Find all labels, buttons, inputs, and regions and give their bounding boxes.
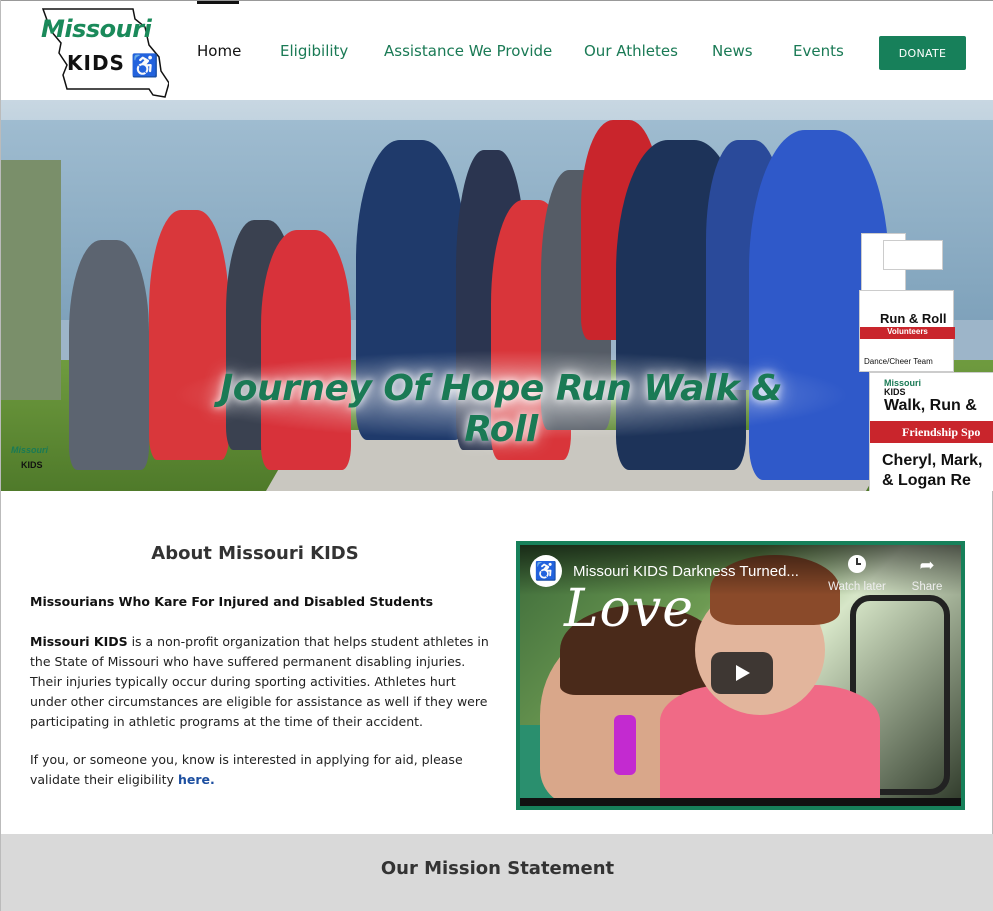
hero-fence xyxy=(1,160,61,400)
site-header: Missouri KIDS ♿ Home Eligibility Assista… xyxy=(1,0,993,100)
mission-title: Our Mission Statement xyxy=(380,858,615,879)
wheelchair-icon: ♿ xyxy=(534,560,558,581)
logo-line-missouri: Missouri xyxy=(41,15,152,43)
site-logo[interactable]: Missouri KIDS ♿ xyxy=(37,5,169,99)
share-arrow-icon: ➦ xyxy=(919,555,935,575)
clock-icon xyxy=(848,555,866,573)
hero-corner-logo: Missouri xyxy=(11,445,49,455)
thumbnail-bubble-bottle xyxy=(614,715,636,775)
event-sign-names-line1: Cheryl, Mark, xyxy=(882,452,983,469)
hero-corner-logo-kids: KIDS xyxy=(21,460,43,470)
logo-line-kids: KIDS xyxy=(67,51,125,75)
event-sign-names: Cheryl, Mark, & Logan Re xyxy=(882,451,982,491)
about-paragraph-1: Missouri KIDS is a non-profit organizati… xyxy=(30,632,490,732)
about-paragraph-2-text: If you, or someone you, know is interest… xyxy=(30,752,463,787)
nav-assistance-we-provide[interactable]: Assistance We Provide xyxy=(384,1,552,101)
nav-events[interactable]: Events xyxy=(793,1,844,101)
org-name: Missouri KIDS xyxy=(30,634,128,649)
watch-later-label: Watch later xyxy=(828,581,886,593)
nav-eligibility[interactable]: Eligibility xyxy=(280,1,348,101)
hero-event-sign: Missouri KIDS Walk, Run & Friendship Spo … xyxy=(869,372,993,491)
event-sign-brand: Missouri KIDS xyxy=(884,379,921,397)
play-button[interactable] xyxy=(711,652,773,694)
nav-our-athletes[interactable]: Our Athletes xyxy=(584,1,678,101)
video-overlay-word: Love xyxy=(564,579,694,639)
video-embed[interactable]: Love ♿ Missouri KIDS Darkness Turned... … xyxy=(516,541,965,810)
about-paragraph-2: If you, or someone you, know is interest… xyxy=(30,750,490,790)
mission-section: Our Mission Statement xyxy=(1,834,993,911)
hero-title: Journey Of Hope Run Walk & Roll xyxy=(219,368,783,450)
share-button[interactable]: ➦ Share xyxy=(902,555,952,593)
video-bottom-bar xyxy=(520,798,961,806)
channel-avatar[interactable]: ♿ xyxy=(530,555,562,587)
hero-small-sign xyxy=(883,240,943,270)
hero-banner: Run & Roll Volunteers Dance/Cheer Team M… xyxy=(1,100,993,491)
wheelchair-icon: ♿ xyxy=(131,53,159,78)
volunteer-sign-caption: Dance/Cheer Team xyxy=(864,357,933,366)
about-title: About Missouri KIDS xyxy=(151,543,359,564)
watch-later-button[interactable]: Watch later xyxy=(822,555,892,593)
hero-volunteer-sign: Run & Roll Volunteers Dance/Cheer Team xyxy=(859,290,955,372)
nav-news[interactable]: News xyxy=(712,1,753,101)
donate-button[interactable]: DONATE xyxy=(879,36,966,70)
volunteer-sign-headline: Run & Roll xyxy=(880,311,947,326)
crowd-figure xyxy=(69,240,149,470)
event-sign-headline: Walk, Run & xyxy=(884,397,977,414)
event-sign-brand-line2: KIDS xyxy=(884,387,906,397)
event-sign-ribbon: Friendship Spo xyxy=(870,421,993,443)
eligibility-here-link[interactable]: here. xyxy=(178,772,215,787)
volunteer-sign-ribbon: Volunteers xyxy=(860,327,955,339)
share-label: Share xyxy=(911,581,943,593)
nav-home[interactable]: Home xyxy=(197,1,241,101)
video-title[interactable]: Missouri KIDS Darkness Turned... xyxy=(573,563,799,580)
event-sign-names-line2: & Logan Re xyxy=(882,472,971,489)
about-subtitle: Missourians Who Kare For Injured and Dis… xyxy=(30,594,434,609)
